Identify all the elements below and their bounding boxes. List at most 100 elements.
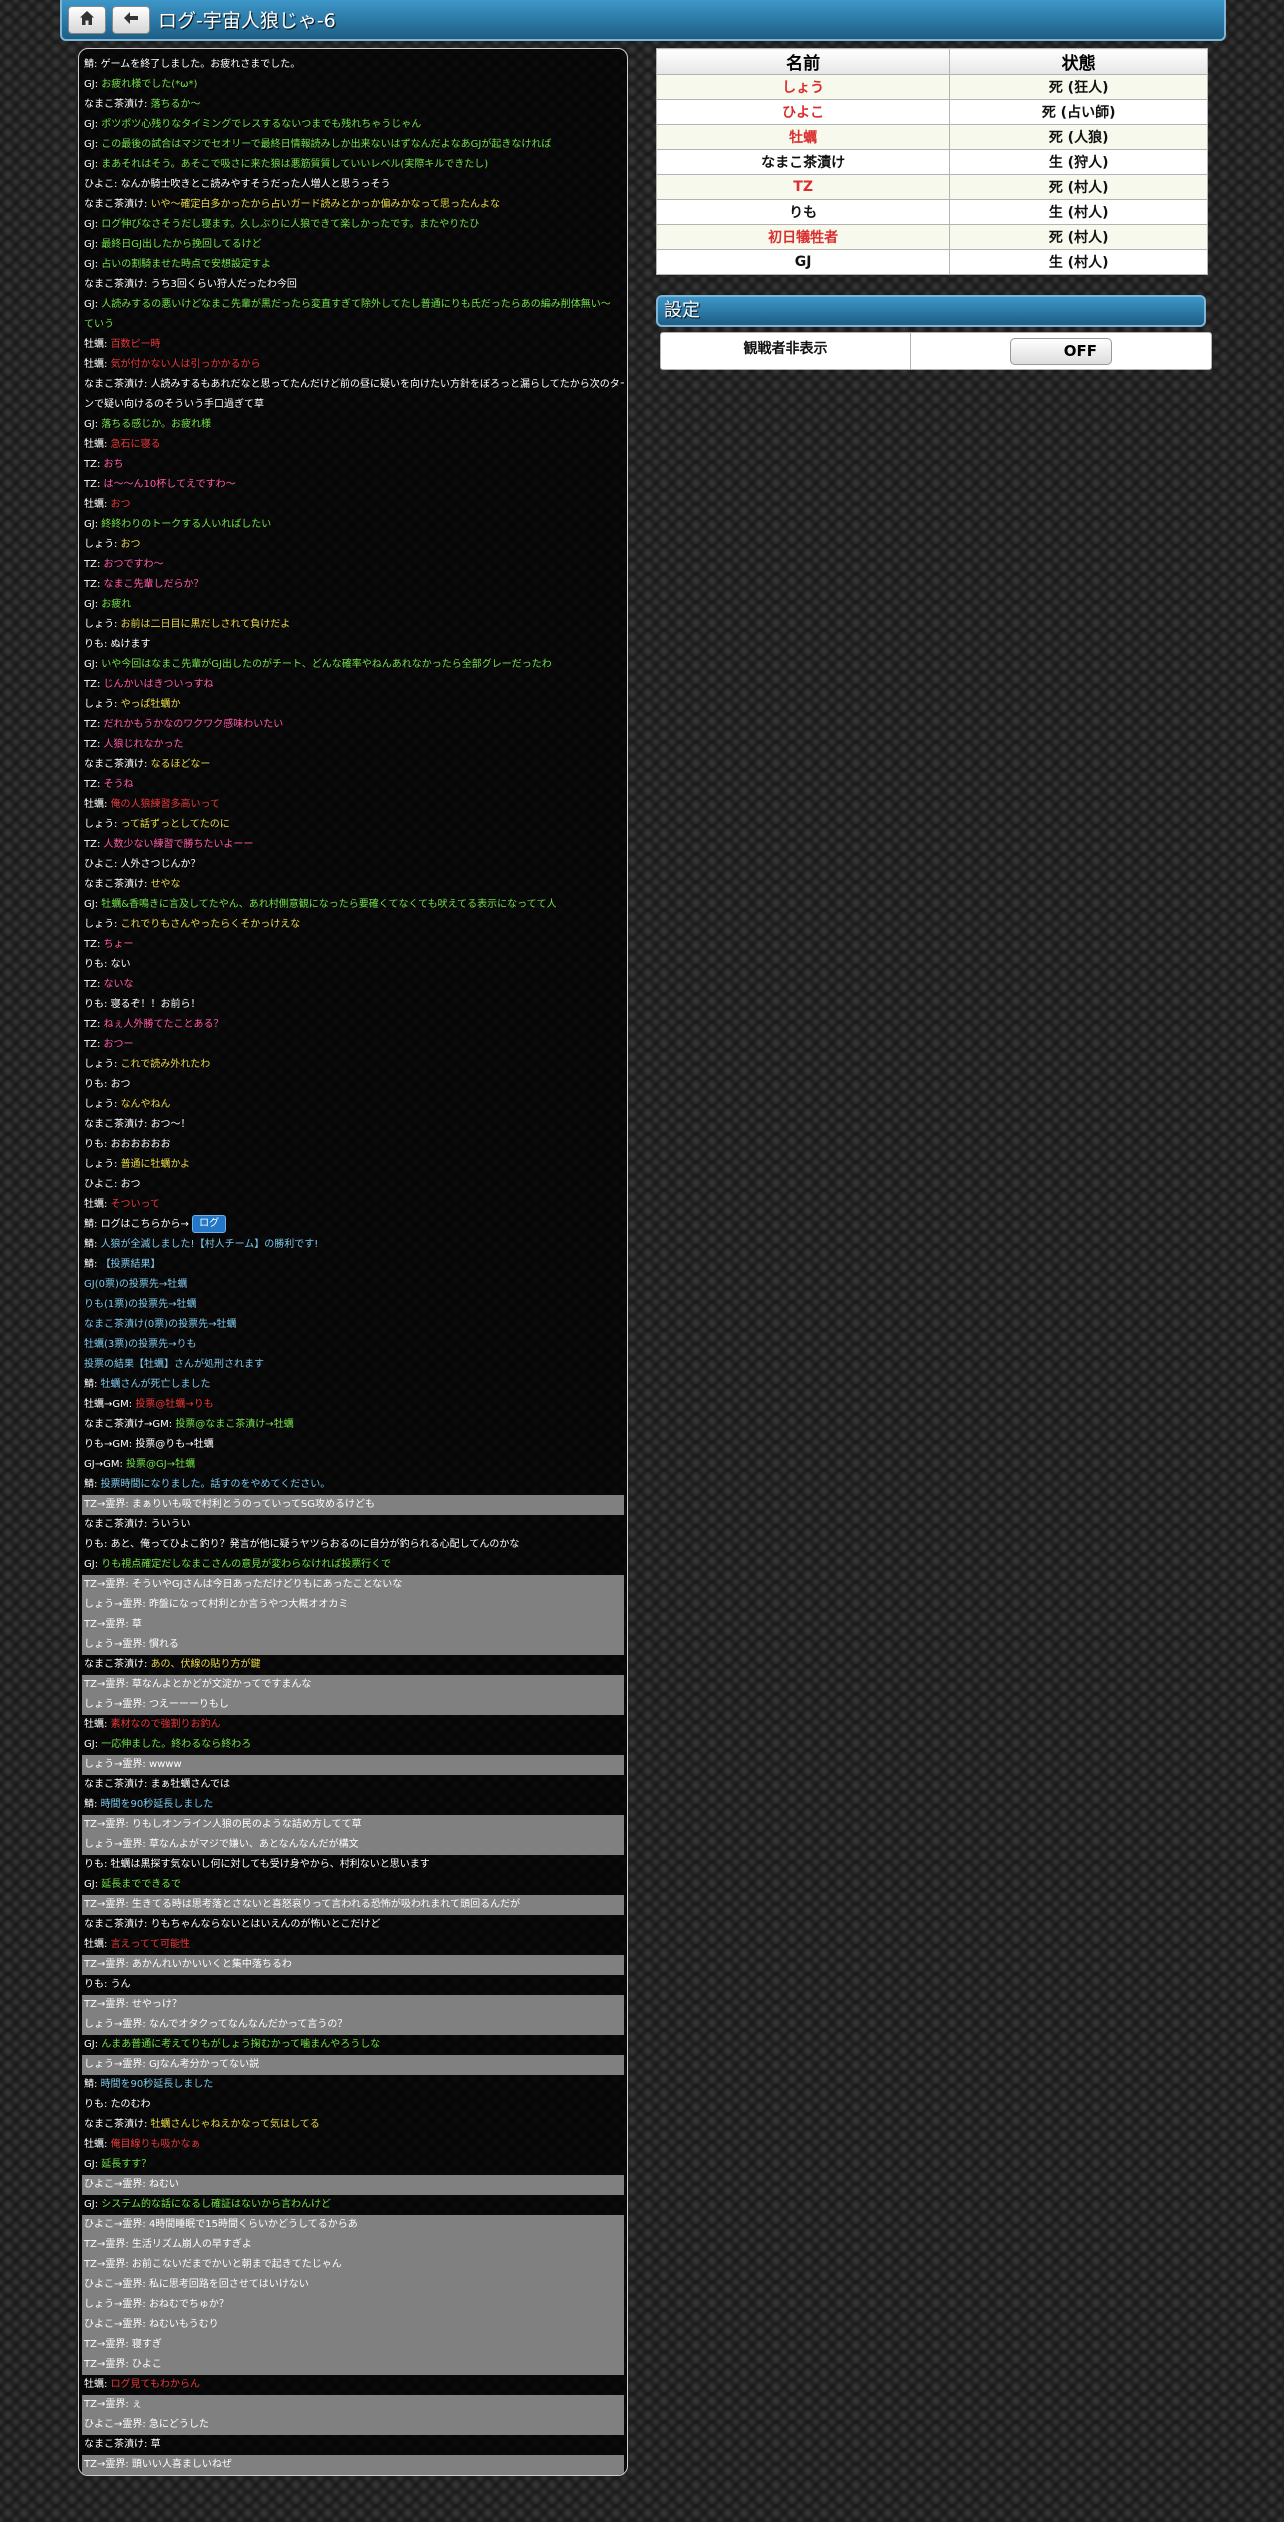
top-header-bar: ログ-宇宙人狼じゃ-6: [60, 0, 1226, 41]
log-message: あの、伏線の貼り方が鍵: [150, 1659, 261, 1670]
log-line: なまこ茶漬け: 落ちるか～: [82, 95, 624, 115]
log-line: 牡蠣: 素材なので強割りお釣ん: [82, 1715, 624, 1735]
log-line: しょう: やっぱ牡蠣か: [82, 695, 624, 715]
log-message: ねむい: [148, 2179, 179, 2190]
toggle-state-label: OFF: [1063, 342, 1097, 360]
log-speaker: TZ:: [84, 679, 104, 690]
log-speaker: GJ:: [84, 2159, 102, 2170]
log-speaker: TZ:: [84, 479, 104, 490]
home-button[interactable]: [68, 5, 106, 34]
log-speaker: TZ→霊界:: [84, 1679, 132, 1690]
log-speaker: しょう→霊界:: [84, 1839, 149, 1850]
log-speaker: TZ→霊界:: [84, 2339, 132, 2350]
log-line: TZ: そうね: [82, 775, 624, 795]
log-message: りも視点確定だしなまこさんの意見が変わらなければ投票行くで: [101, 1559, 391, 1570]
back-button[interactable]: [112, 5, 150, 34]
log-speaker: TZ:: [84, 719, 104, 730]
settings-panel: 観戦者非表示 OFF: [660, 332, 1212, 370]
log-line: ひよこ→霊界: ねむい: [82, 2175, 624, 2195]
log-message: この最後の試合はマジでセオリーで最終日情報読みしか出来ないはずなんだよなあGJが…: [101, 139, 552, 150]
log-speaker: しょう:: [84, 919, 121, 930]
log-speaker: TZ:: [84, 979, 104, 990]
hide-spectators-toggle[interactable]: OFF: [1010, 337, 1112, 365]
log-line: しょう: これで読み外れたわ: [82, 1055, 624, 1075]
log-line: TZ→霊界: ぇ: [82, 2395, 624, 2415]
log-line: GJ: 最終日GJ出したから挽回してるけど: [82, 235, 624, 255]
log-message: 急石に寝る: [110, 439, 161, 450]
log-message: 人狼じれなかった: [103, 739, 184, 750]
log-message: 4時間睡眠で15時間くらいかどうしてるからあ: [148, 2219, 358, 2230]
log-line: GJ: お疲れ: [82, 595, 624, 615]
log-link-button[interactable]: ログ: [192, 1215, 227, 1233]
log-message: 草なんよがマジで嫌い、あとなんなんだが構文: [148, 1839, 359, 1850]
log-line: しょう→霊界: つえーーーりもし: [82, 1695, 624, 1715]
home-icon: [79, 10, 95, 30]
chat-log-panel[interactable]: 鯖: ゲームを終了しました。お疲れさまでした。 GJ: お疲れ様でした(*ω*) な…: [78, 48, 628, 2476]
log-message: そうね: [103, 779, 134, 790]
log-message: 人数少ない練習で勝ちたいよーー: [103, 839, 254, 850]
log-message: ゲームを終了しました。お疲れさまでした。: [100, 59, 301, 70]
player-name: 初日犠牲者: [655, 224, 951, 250]
log-line: しょう: お前は二日目に黒だしされて負けだよ: [82, 615, 624, 635]
log-line: TZ: 人狼じれなかった: [82, 735, 624, 755]
log-speaker: 牡蠣:: [84, 499, 111, 510]
log-line: GJ: ログ伸びなさそうだし寝ます。久しぶりに人狼できて楽しかったです。またやり…: [82, 215, 624, 235]
log-speaker: しょう→霊界:: [84, 1599, 149, 1610]
log-line: TZ→霊界: あかんれいかいいくと集中落ちるわ: [82, 1955, 624, 1975]
log-speaker: 鯖:: [84, 1239, 101, 1250]
log-message: じんかいはきついっすね: [103, 679, 214, 690]
log-message: 人読みするもあれだなと思ってたんだけど前の昼に疑いを向けたい方針をぼろっと漏らし…: [150, 379, 624, 390]
log-speaker: 牡蠣:: [84, 1719, 111, 1730]
log-line: ひよこ→霊界: 急にどうした: [82, 2415, 624, 2435]
log-speaker: TZ→霊界:: [84, 2399, 132, 2410]
log-line: GJ: 人読みするの悪いけどなまこ先輩が黒だったら変直すぎて除外してたし普通にり…: [82, 295, 624, 315]
log-speaker: ひよこ→霊界:: [84, 2419, 149, 2430]
player-state: 死 (村人): [949, 174, 1208, 200]
log-message: ポツポツ心残りなタイミングでレスするないつまでも残れちゃうじゃん: [101, 119, 422, 130]
log-speaker: TZ:: [84, 1039, 104, 1050]
log-line: りも: 寝るぞ！！お前ら！: [82, 995, 624, 1015]
log-speaker: りも:: [84, 639, 111, 650]
log-message: なまこ先輩しだらか？: [103, 579, 204, 590]
back-arrow-icon: [123, 10, 139, 30]
log-message: おつですわ～: [103, 559, 164, 570]
log-speaker: GJ:: [84, 239, 102, 250]
log-message: 私に思考回路を回させてはいけない: [148, 2279, 309, 2290]
log-line: 鯖: 投票時間になりました。話すのをやめてください。: [82, 1475, 624, 1495]
log-line: なまこ茶漬け: せやな: [82, 875, 624, 895]
log-message: おつ: [110, 499, 131, 510]
log-message: おつ～！: [150, 1119, 191, 1130]
log-speaker: TZ:: [84, 779, 104, 790]
log-speaker: なまこ茶漬け:: [84, 2119, 151, 2130]
log-line: GJ: システム的な話になるし確証はないから言わんけど: [82, 2195, 624, 2215]
log-speaker: TZ:: [84, 839, 104, 850]
log-message: 牡蠣は黒探す気ないし何に対しても受け身やから、村利ないと思います: [110, 1859, 430, 1870]
log-line: 牡蠣: 俺目線りも吸かなぁ: [82, 2135, 624, 2155]
log-speaker: しょう:: [84, 1159, 121, 1170]
player-row: なまこ茶漬け生 (狩人): [655, 149, 1208, 175]
log-speaker: 鯖:: [84, 2079, 101, 2090]
log-message: ぬけます: [110, 639, 151, 650]
log-message: お前こないだまでかいと朝まで起きてたじゃん: [131, 2259, 342, 2270]
log-line: GJ: ポツポツ心残りなタイミングでレスするないつまでも残れちゃうじゃん: [82, 115, 624, 135]
log-line: しょう: って話ずっとしてたのに: [82, 815, 624, 835]
log-line: なまこ茶漬け(0票)の投票先→牡蠣: [82, 1315, 624, 1335]
log-line: しょう→霊界: 慣れる: [82, 1635, 624, 1655]
log-line: りも: おおおおおお: [82, 1135, 624, 1155]
log-speaker: ひよこ→霊界:: [84, 2319, 149, 2330]
log-speaker: GJ:: [84, 139, 102, 150]
log-message: つえーーーりもし: [148, 1699, 229, 1710]
log-speaker: GJ:: [84, 519, 102, 530]
log-line: しょう→霊界: なんでオタクってなんなんだかって言うの？: [82, 2015, 624, 2035]
log-speaker: しょう:: [84, 819, 121, 830]
log-line: GJ: この最後の試合はマジでセオリーで最終日情報読みしか出来ないはずなんだよな…: [82, 135, 624, 155]
log-message: ない: [110, 959, 131, 970]
log-line: しょう→霊界: 昨盤になって村利とか言うやつ大概オオカミ: [82, 1595, 624, 1615]
log-speaker: GJ:: [84, 2039, 102, 2050]
log-message: 投票@りも→牡蠣: [135, 1439, 214, 1450]
log-line: TZ→霊界: せやっけ？: [82, 1995, 624, 2015]
log-speaker: GJ:: [84, 259, 102, 270]
log-line: しょう→霊界: おねむでちゅか？: [82, 2295, 624, 2315]
log-line: 鯖: ゲームを終了しました。お疲れさまでした。: [82, 55, 624, 75]
log-speaker: TZ→霊界:: [84, 1819, 132, 1830]
